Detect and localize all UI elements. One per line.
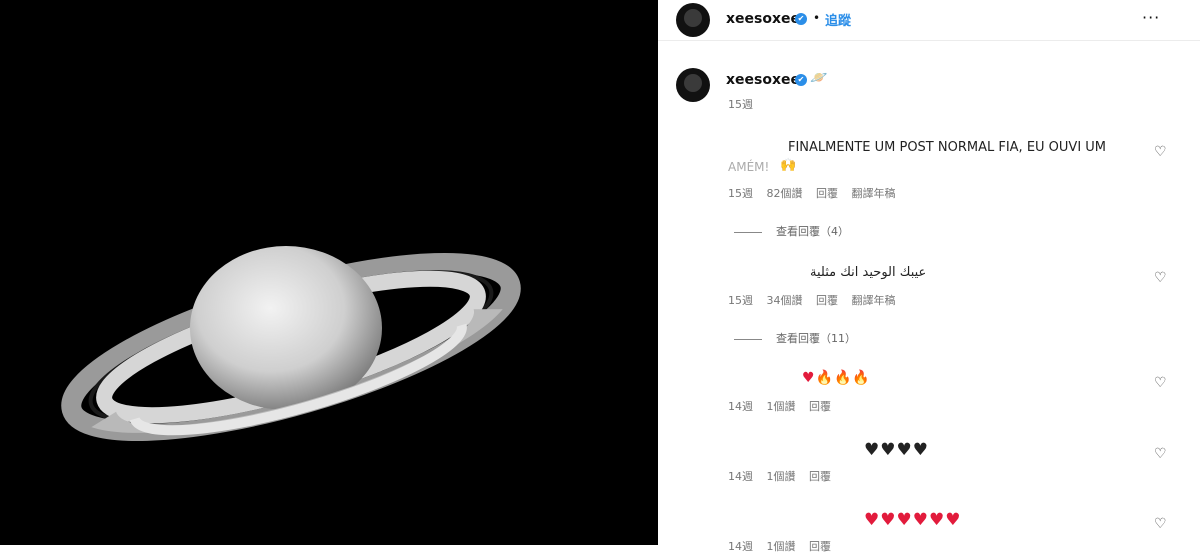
like-heart-icon[interactable]: ♡ [1154, 375, 1167, 391]
red-hearts-emoji: ♥♥♥♥♥♥ [864, 510, 962, 530]
view-replies-button[interactable]: 查看回覆（11） [734, 330, 856, 346]
comment-likes[interactable]: 82個讚 [767, 187, 803, 200]
comment-meta: 14週 1個讚 回覆 [728, 468, 841, 484]
separator-dot: • [813, 11, 821, 25]
comment-likes[interactable]: 1個讚 [767, 540, 796, 553]
like-heart-icon[interactable]: ♡ [1154, 446, 1167, 462]
replies-divider [734, 231, 762, 233]
view-replies-label: 查看回覆（11） [776, 332, 856, 345]
post-header: xeesoxee ✔ • 追蹤 ··· [658, 0, 1200, 41]
comment-age: 14週 [728, 540, 753, 553]
saturn-image [61, 246, 521, 442]
header-username[interactable]: xeesoxee [726, 11, 800, 27]
reply-button[interactable]: 回覆 [816, 187, 838, 200]
comment-likes[interactable]: 1個讚 [767, 470, 796, 483]
verified-badge-icon: ✔ [795, 13, 807, 25]
more-options-icon[interactable]: ··· [1142, 8, 1160, 27]
comment-age: 15週 [728, 187, 753, 200]
like-heart-icon[interactable]: ♡ [1154, 270, 1167, 286]
red-heart-emoji: ♥ [802, 370, 816, 386]
ringed-planet-emoji: 🪐 [810, 70, 828, 86]
replies-divider [734, 338, 762, 340]
like-heart-icon[interactable]: ♡ [1154, 144, 1167, 160]
translate-button[interactable]: 翻譯年稿 [852, 187, 896, 200]
black-hearts-emoji: ♥♥♥♥ [864, 440, 929, 460]
comment-meta: 14週 1個讚 回覆 [728, 398, 841, 414]
raising-hands-emoji: 🙌 [780, 158, 797, 173]
comments-panel: xeesoxee ✔ • 追蹤 ··· xeesoxee ✔ 🪐 15週 FIN… [658, 0, 1200, 553]
comment-meta: 14週 1個讚 回覆 [728, 538, 841, 553]
comment-age: 14週 [728, 470, 753, 483]
comment-meta: 15週 82個讚 回覆 翻譯年稿 [728, 185, 906, 201]
reply-button[interactable]: 回覆 [809, 400, 831, 413]
comment-age: 14週 [728, 400, 753, 413]
reply-button[interactable]: 回覆 [809, 540, 831, 553]
comment-text: عيبك الوحيد انك مثلية [810, 265, 927, 280]
comment-likes[interactable]: 1個讚 [767, 400, 796, 413]
fire-emoji: 🔥🔥🔥 [815, 370, 871, 386]
comment-age: 15週 [728, 294, 753, 307]
translate-button[interactable]: 翻譯年稿 [852, 294, 896, 307]
caption-username[interactable]: xeesoxee [726, 72, 800, 88]
comment-text: FINALMENTE UM POST NORMAL FIA, EU OUVI U… [788, 140, 1107, 155]
comment-text-cont: AMÉM! [728, 160, 770, 174]
caption-avatar[interactable] [676, 68, 710, 102]
comment-meta: 15週 34個讚 回覆 翻譯年稿 [728, 292, 906, 308]
comment-text: ♥🔥🔥🔥 [802, 370, 871, 386]
comment-likes[interactable]: 34個讚 [767, 294, 803, 307]
reply-button[interactable]: 回覆 [816, 294, 838, 307]
post-image-saturn[interactable] [0, 0, 658, 545]
like-heart-icon[interactable]: ♡ [1154, 516, 1167, 532]
follow-button[interactable]: 追蹤 [825, 10, 851, 29]
avatar[interactable] [676, 3, 710, 37]
verified-badge-icon: ✔ [795, 74, 807, 86]
caption-age: 15週 [728, 98, 753, 111]
view-replies-label: 查看回覆（4） [776, 225, 849, 238]
view-replies-button[interactable]: 查看回覆（4） [734, 223, 849, 239]
reply-button[interactable]: 回覆 [809, 470, 831, 483]
